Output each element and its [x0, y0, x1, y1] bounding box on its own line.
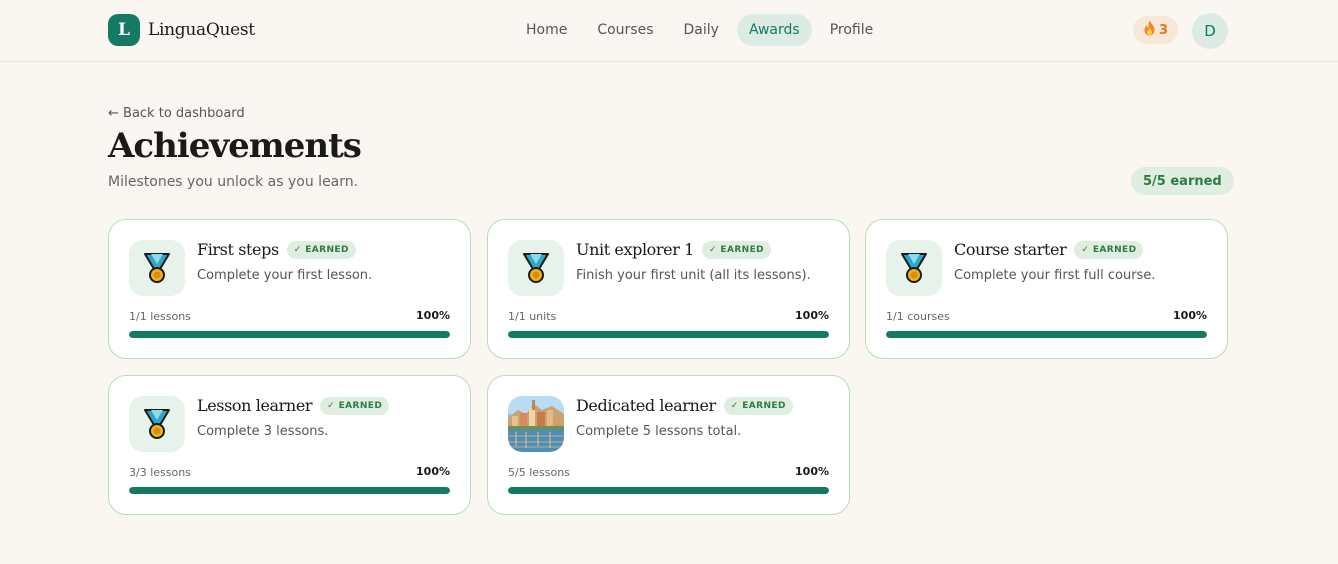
- medal-icon: [886, 240, 942, 296]
- nav-courses[interactable]: Courses: [585, 14, 665, 46]
- back-to-dashboard-link[interactable]: ← Back to dashboard: [108, 106, 245, 121]
- main-nav: Home Courses Daily Awards Profile: [514, 14, 885, 46]
- medal-icon: [508, 240, 564, 296]
- achievement-card-first-steps[interactable]: First steps ✓ EARNED Complete your first…: [108, 219, 471, 359]
- town-photo-icon: [508, 396, 564, 452]
- nav-awards[interactable]: Awards: [736, 14, 812, 46]
- earned-badge: ✓ EARNED: [723, 396, 793, 415]
- earned-badge: ✓ EARNED: [286, 240, 356, 259]
- achievement-description: Complete your first full course.: [954, 268, 1156, 283]
- nav-profile[interactable]: Profile: [818, 14, 886, 46]
- progress-fill: [508, 331, 829, 338]
- progress-percent: 100%: [416, 465, 450, 478]
- streak-counter[interactable]: 3: [1133, 16, 1179, 44]
- top-navbar: L LinguaQuest Home Courses Daily Awards …: [0, 0, 1338, 62]
- progress-bar: [129, 331, 450, 338]
- app-logo[interactable]: L LinguaQuest: [108, 14, 255, 46]
- achievement-card-dedicated-learner[interactable]: Dedicated learner ✓ EARNED Complete 5 le…: [487, 375, 850, 515]
- streak-count: 3: [1159, 22, 1169, 38]
- earned-summary-badge: 5/5 earned: [1131, 167, 1234, 195]
- card-title: First steps ✓ EARNED: [197, 240, 356, 259]
- progress-fill: [508, 487, 829, 494]
- achievement-description: Complete 5 lessons total.: [576, 424, 742, 439]
- medal-icon: [129, 396, 185, 452]
- progress-label: 3/3 lessons: [129, 466, 191, 479]
- progress-label: 5/5 lessons: [508, 466, 570, 479]
- earned-badge: ✓ EARNED: [701, 240, 772, 259]
- progress-bar: [886, 331, 1207, 338]
- nav-daily[interactable]: Daily: [672, 14, 731, 46]
- achievement-description: Complete your first lesson.: [197, 268, 373, 283]
- progress-fill: [129, 487, 450, 494]
- progress-percent: 100%: [795, 465, 829, 478]
- progress-bar: [508, 487, 829, 494]
- achievement-name: Unit explorer 1: [576, 240, 694, 259]
- page-subtitle: Milestones you unlock as you learn.: [108, 174, 359, 190]
- card-title: Unit explorer 1 ✓ EARNED: [576, 240, 772, 259]
- progress-bar: [508, 331, 829, 338]
- card-title: Dedicated learner ✓ EARNED: [576, 396, 793, 415]
- user-avatar[interactable]: D: [1192, 13, 1228, 49]
- card-title: Course starter ✓ EARNED: [954, 240, 1144, 259]
- progress-label: 1/1 units: [508, 310, 557, 323]
- page-title: Achievements: [108, 126, 362, 166]
- progress-label: 1/1 courses: [886, 310, 950, 323]
- achievement-name: Dedicated learner: [576, 396, 716, 415]
- card-title: Lesson learner ✓ EARNED: [197, 396, 390, 415]
- logo-badge: L: [108, 14, 140, 46]
- earned-badge: ✓ EARNED: [320, 396, 390, 415]
- progress-percent: 100%: [1173, 309, 1207, 322]
- achievement-card-course-starter[interactable]: Course starter ✓ EARNED Complete your fi…: [865, 219, 1228, 359]
- medal-icon: [129, 240, 185, 296]
- achievement-name: Course starter: [954, 240, 1067, 259]
- achievement-name: First steps: [197, 240, 279, 259]
- progress-label: 1/1 lessons: [129, 310, 191, 323]
- fire-icon: [1143, 20, 1156, 40]
- achievement-name: Lesson learner: [197, 396, 313, 415]
- progress-fill: [886, 331, 1207, 338]
- app-name: LinguaQuest: [148, 20, 255, 40]
- progress-fill: [129, 331, 450, 338]
- nav-home[interactable]: Home: [514, 14, 579, 46]
- achievement-description: Finish your first unit (all its lessons)…: [576, 268, 811, 283]
- earned-badge: ✓ EARNED: [1074, 240, 1144, 259]
- progress-bar: [129, 487, 450, 494]
- progress-percent: 100%: [416, 309, 450, 322]
- achievement-card-unit-explorer[interactable]: Unit explorer 1 ✓ EARNED Finish your fir…: [487, 219, 850, 359]
- progress-percent: 100%: [795, 309, 829, 322]
- achievement-card-lesson-learner[interactable]: Lesson learner ✓ EARNED Complete 3 lesso…: [108, 375, 471, 515]
- achievement-description: Complete 3 lessons.: [197, 424, 329, 439]
